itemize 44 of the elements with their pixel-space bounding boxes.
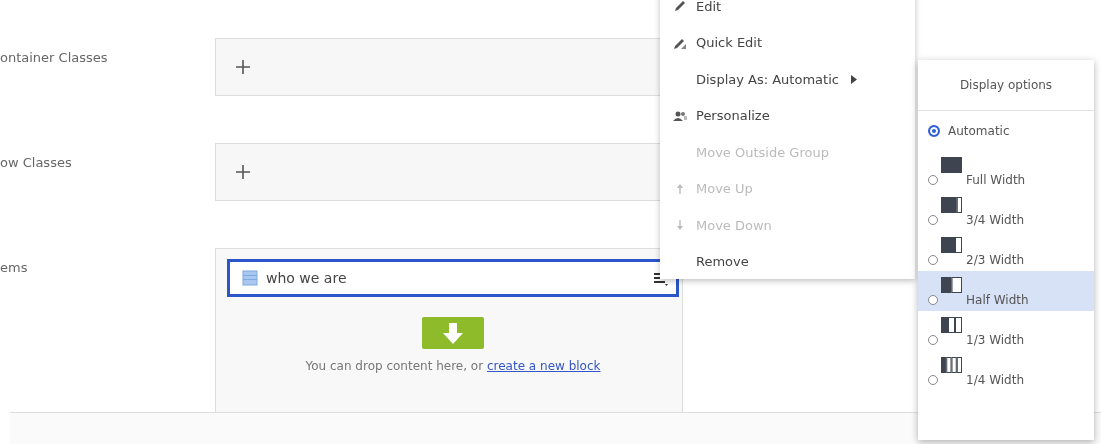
- menu-item[interactable]: Quick Edit: [660, 24, 915, 61]
- display-option[interactable]: Half Width: [918, 271, 1094, 311]
- display-option[interactable]: 2/3 Width: [918, 231, 1094, 271]
- submenu-arrow-icon: [850, 74, 858, 84]
- menu-item[interactable]: Display As: Automatic: [660, 61, 915, 98]
- create-block-link[interactable]: create a new block: [486, 359, 601, 373]
- add-icon[interactable]: [236, 60, 250, 74]
- display-option[interactable]: 1/4 Width: [918, 351, 1094, 391]
- item-name: who we are: [266, 270, 348, 286]
- field-label: ontainer Classes: [0, 49, 109, 67]
- option-label: 1/4 Width: [966, 373, 1024, 387]
- radio-button[interactable]: [928, 215, 938, 225]
- drop-hint: You can drop content here, or create a new block: [305, 359, 601, 373]
- menu-title: Display options: [918, 60, 1094, 111]
- option-label: 3/4 Width: [966, 213, 1024, 227]
- display-option[interactable]: Automatic: [918, 111, 1094, 151]
- option-label: 2/3 Width: [966, 253, 1024, 267]
- option-label: Automatic: [948, 124, 1010, 138]
- menu-item[interactable]: Personalize: [660, 97, 915, 134]
- radio-button[interactable]: [928, 255, 938, 265]
- radio-button[interactable]: [928, 335, 938, 345]
- radio-button[interactable]: [928, 175, 938, 185]
- add-icon[interactable]: [236, 165, 250, 179]
- content-item[interactable]: who we are: [227, 259, 679, 297]
- column-width-icon: [941, 197, 963, 213]
- column-width-icon: [941, 237, 963, 253]
- field-label: ems: [0, 259, 29, 277]
- column-width-icon: [941, 357, 963, 373]
- column-width-icon: [941, 157, 963, 173]
- radio-button[interactable]: [928, 295, 938, 305]
- display-option[interactable]: 1/3 Width: [918, 311, 1094, 351]
- column-width-icon: [941, 317, 963, 333]
- option-label: 1/3 Width: [966, 333, 1024, 347]
- field-label: ow Classes: [0, 154, 73, 172]
- menu-item[interactable]: Edit: [660, 0, 915, 25]
- display-option[interactable]: Full Width: [918, 151, 1094, 191]
- menu-icon[interactable]: [652, 270, 668, 286]
- display-option[interactable]: 3/4 Width: [918, 191, 1094, 231]
- radio-button[interactable]: [928, 125, 940, 137]
- option-label: Half Width: [966, 293, 1029, 307]
- radio-button[interactable]: [928, 375, 938, 385]
- option-label: Full Width: [966, 173, 1026, 187]
- column-width-icon: [941, 277, 963, 293]
- block-icon: [242, 270, 258, 286]
